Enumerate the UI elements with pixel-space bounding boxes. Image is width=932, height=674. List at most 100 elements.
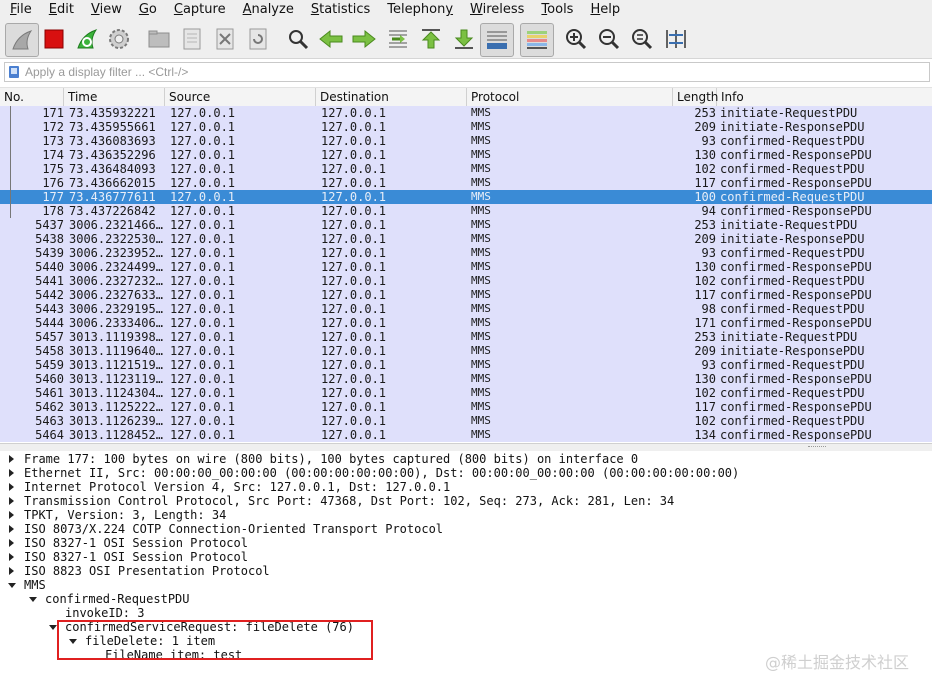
column-time[interactable]: Time xyxy=(64,88,165,106)
packet-row[interactable]: 178 73.437226842 127.0.0.1 127.0.0.1 MMS 94 co… xyxy=(0,204,932,218)
packet-cell-len: 130 xyxy=(694,372,716,386)
detail-tree-item[interactable]: invokeID: 3 xyxy=(65,606,144,620)
save-file-icon[interactable] xyxy=(179,26,205,52)
column-protocol[interactable]: Protocol xyxy=(467,88,673,106)
packet-row[interactable]: 5460 3013.1123119… 127.0.0.1 127.0.0.1 MMS 13… xyxy=(0,372,932,386)
splitter-grip[interactable] xyxy=(808,446,826,449)
packet-cell-time: 3006.2333406… xyxy=(69,316,163,330)
menu-tools[interactable]: Tools xyxy=(531,1,580,19)
menu-statistics[interactable]: Statistics xyxy=(301,1,377,19)
packet-row[interactable]: 5459 3013.1121519… 127.0.0.1 127.0.0.1 MMS 93… xyxy=(0,358,932,372)
packet-row[interactable]: 5439 3006.2323952… 127.0.0.1 127.0.0.1 MMS 93… xyxy=(0,246,932,260)
menu-help[interactable]: Help xyxy=(580,1,627,19)
packet-cell-len: 209 xyxy=(694,344,716,358)
detail-tree-item[interactable]: ISO 8823 OSI Presentation Protocol xyxy=(24,564,270,578)
detail-tree-item[interactable]: ISO 8327-1 OSI Session Protocol xyxy=(24,550,248,564)
detail-tree-item[interactable]: ISO 8327-1 OSI Session Protocol xyxy=(24,536,248,550)
menu-telephony[interactable]: Telephony xyxy=(377,1,460,19)
collapsed-arrow-icon[interactable] xyxy=(9,539,14,547)
menu-go[interactable]: Go xyxy=(129,1,164,19)
menu-analyze[interactable]: Analyze xyxy=(233,1,301,19)
close-file-icon[interactable] xyxy=(212,26,238,52)
packet-row[interactable]: 5463 3013.1126239… 127.0.0.1 127.0.0.1 MMS 10… xyxy=(0,414,932,428)
go-back-icon[interactable] xyxy=(318,26,344,52)
collapsed-arrow-icon[interactable] xyxy=(9,511,14,519)
collapsed-arrow-icon[interactable] xyxy=(9,455,14,463)
column-length[interactable]: Length xyxy=(673,88,718,106)
packet-cell-no: 5461 xyxy=(35,386,64,400)
bookmark-icon[interactable] xyxy=(9,66,19,78)
collapsed-arrow-icon[interactable] xyxy=(9,567,14,575)
detail-tree-item[interactable]: Frame 177: 100 bytes on wire (800 bits),… xyxy=(24,452,638,466)
packet-row[interactable]: 172 73.435955661 127.0.0.1 127.0.0.1 MMS 209 i… xyxy=(0,120,932,134)
packet-row[interactable]: 5444 3006.2333406… 127.0.0.1 127.0.0.1 MMS 17… xyxy=(0,316,932,330)
capture-options-icon[interactable] xyxy=(106,26,132,52)
go-last-icon[interactable] xyxy=(451,26,477,52)
zoom-out-icon[interactable] xyxy=(596,26,622,52)
collapsed-arrow-icon[interactable] xyxy=(9,525,14,533)
packet-row[interactable]: 5464 3013.1128452… 127.0.0.1 127.0.0.1 MMS 13… xyxy=(0,428,932,442)
reload-file-icon[interactable] xyxy=(245,26,271,52)
packet-row[interactable]: 5442 3006.2327633… 127.0.0.1 127.0.0.1 MMS 11… xyxy=(0,288,932,302)
resize-columns-icon[interactable] xyxy=(663,26,689,52)
column-source[interactable]: Source xyxy=(165,88,316,106)
packet-cell-proto: MMS xyxy=(471,288,491,301)
detail-tree-item[interactable]: confirmed-RequestPDU xyxy=(45,592,190,606)
packet-row[interactable]: 5438 3006.2322530… 127.0.0.1 127.0.0.1 MMS 20… xyxy=(0,232,932,246)
packet-row[interactable]: 5443 3006.2329195… 127.0.0.1 127.0.0.1 MMS 98… xyxy=(0,302,932,316)
packet-cell-len: 130 xyxy=(694,148,716,162)
packet-cell-info: initiate-RequestPDU xyxy=(720,106,858,120)
display-filter-input[interactable] xyxy=(25,64,915,80)
zoom-in-icon[interactable] xyxy=(563,26,589,52)
packet-cell-no: 5443 xyxy=(35,302,64,316)
go-first-icon[interactable] xyxy=(418,26,444,52)
find-packet-icon[interactable] xyxy=(285,26,311,52)
stop-capture-icon[interactable] xyxy=(41,26,67,52)
packet-row[interactable]: 175 73.436484093 127.0.0.1 127.0.0.1 MMS 102 c… xyxy=(0,162,932,176)
collapsed-arrow-icon[interactable] xyxy=(9,469,14,477)
collapsed-arrow-icon[interactable] xyxy=(9,553,14,561)
go-to-packet-icon[interactable] xyxy=(385,26,411,52)
shark-fin-start-icon[interactable] xyxy=(5,23,39,57)
collapsed-arrow-icon[interactable] xyxy=(9,483,14,491)
zoom-normal-icon[interactable] xyxy=(629,26,655,52)
expanded-arrow-icon[interactable] xyxy=(49,625,57,630)
detail-tree-item[interactable]: Transmission Control Protocol, Src Port:… xyxy=(24,494,674,508)
packet-row[interactable]: 177 73.436777611 127.0.0.1 127.0.0.1 MMS 100 c… xyxy=(0,190,932,204)
expanded-arrow-icon[interactable] xyxy=(8,583,16,588)
packet-row[interactable]: 5462 3013.1125222… 127.0.0.1 127.0.0.1 MMS 11… xyxy=(0,400,932,414)
detail-tree-item[interactable]: Ethernet II, Src: 00:00:00_00:00:00 (00:… xyxy=(24,466,739,480)
column-destination[interactable]: Destination xyxy=(316,88,467,106)
colorize-icon[interactable] xyxy=(520,23,554,57)
detail-tree-item[interactable]: Internet Protocol Version 4, Src: 127.0.… xyxy=(24,480,450,494)
packet-cell-dst: 127.0.0.1 xyxy=(321,316,387,330)
menu-capture[interactable]: Capture xyxy=(164,1,233,19)
column-no[interactable]: No. xyxy=(0,88,64,106)
expanded-arrow-icon[interactable] xyxy=(29,597,37,602)
packet-cell-len: 253 xyxy=(694,330,716,344)
open-file-icon[interactable] xyxy=(146,26,172,52)
packet-row[interactable]: 5461 3013.1124304… 127.0.0.1 127.0.0.1 MMS 10… xyxy=(0,386,932,400)
packet-cell-info: confirmed-ResponsePDU xyxy=(720,372,872,386)
restart-capture-icon[interactable] xyxy=(74,26,100,52)
collapsed-arrow-icon[interactable] xyxy=(9,497,14,505)
packet-row[interactable]: 176 73.436662015 127.0.0.1 127.0.0.1 MMS 117 c… xyxy=(0,176,932,190)
packet-row[interactable]: 171 73.435932221 127.0.0.1 127.0.0.1 MMS 253 i… xyxy=(0,106,932,120)
packet-row[interactable]: 5458 3013.1119640… 127.0.0.1 127.0.0.1 MMS 20… xyxy=(0,344,932,358)
packet-row[interactable]: 5457 3013.1119398… 127.0.0.1 127.0.0.1 MMS 25… xyxy=(0,330,932,344)
packet-row[interactable]: 5437 3006.2321466… 127.0.0.1 127.0.0.1 MMS 25… xyxy=(0,218,932,232)
packet-row[interactable]: 5441 3006.2327232… 127.0.0.1 127.0.0.1 MMS 10… xyxy=(0,274,932,288)
detail-tree-item[interactable]: TPKT, Version: 3, Length: 34 xyxy=(24,508,226,522)
menu-wireless[interactable]: Wireless xyxy=(460,1,531,19)
menu-edit[interactable]: Edit xyxy=(39,1,81,19)
autoscroll-icon[interactable] xyxy=(480,23,514,57)
packet-row[interactable]: 173 73.436083693 127.0.0.1 127.0.0.1 MMS 93 co… xyxy=(0,134,932,148)
menu-file[interactable]: File xyxy=(0,1,39,19)
packet-row[interactable]: 5440 3006.2324499… 127.0.0.1 127.0.0.1 MMS 13… xyxy=(0,260,932,274)
column-info[interactable]: Info xyxy=(717,88,932,106)
detail-tree-item[interactable]: ISO 8073/X.224 COTP Connection-Oriented … xyxy=(24,522,443,536)
packet-row[interactable]: 174 73.436352296 127.0.0.1 127.0.0.1 MMS 130 c… xyxy=(0,148,932,162)
go-forward-icon[interactable] xyxy=(351,26,377,52)
detail-tree-item[interactable]: MMS xyxy=(24,578,46,592)
menu-view[interactable]: View xyxy=(81,1,129,19)
